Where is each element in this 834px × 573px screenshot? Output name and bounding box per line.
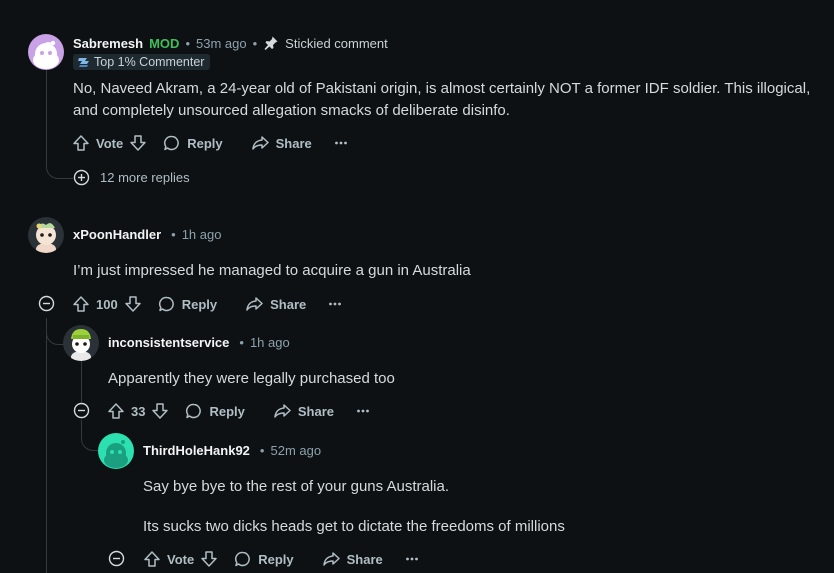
speech-bubble-icon: [164, 135, 180, 151]
user-flair: Top 1% Commenter: [73, 54, 211, 70]
more-options-button[interactable]: [328, 295, 342, 313]
plus-circle-icon: [73, 169, 90, 186]
arrow-down-icon: [124, 296, 141, 312]
comment-header: Sabremesh MOD • 53m ago • Stickied comme…: [73, 35, 388, 51]
share-button[interactable]: Share: [322, 550, 383, 568]
more-options-button[interactable]: [405, 550, 419, 568]
reply-button[interactable]: Reply: [234, 550, 294, 568]
flair-icon: [77, 56, 90, 68]
speech-bubble-icon: [235, 551, 251, 567]
thread-line: [81, 358, 82, 402]
vote-label: Vote: [96, 135, 124, 151]
share-button[interactable]: Share: [251, 134, 312, 152]
share-label: Share: [270, 296, 307, 312]
username[interactable]: xPoonHandler: [73, 227, 161, 242]
comment-body-line: Its sucks two dicks heads get to dictate…: [143, 518, 565, 535]
more-options-button[interactable]: [334, 134, 348, 152]
pin-icon: [263, 35, 279, 51]
timestamp[interactable]: 52m ago: [270, 443, 321, 458]
thread-elbow: [81, 420, 100, 451]
comment-body-line: Say bye bye to the rest of your guns Aus…: [143, 478, 450, 495]
share-arrow-icon: [322, 552, 340, 566]
avatar[interactable]: [98, 433, 134, 469]
share-arrow-icon: [246, 297, 263, 311]
more-replies-link[interactable]: 12 more replies: [73, 169, 190, 186]
separator-dot: •: [252, 35, 258, 51]
vote-count: 33: [131, 403, 146, 419]
downvote-button[interactable]: [200, 550, 218, 568]
vote-count: 100: [96, 296, 118, 312]
minus-circle-icon[interactable]: [108, 550, 125, 567]
upvote-button[interactable]: Vote: [72, 134, 123, 152]
share-label: Share: [297, 403, 335, 419]
ellipsis-icon: [357, 409, 369, 413]
timestamp[interactable]: 53m ago: [196, 36, 247, 51]
arrow-down-icon: [130, 135, 146, 151]
minus-circle-icon[interactable]: [73, 402, 90, 419]
arrow-down-icon: [201, 551, 217, 567]
more-options-button[interactable]: [356, 402, 370, 420]
arrow-up-icon: [73, 135, 89, 151]
share-label: Share: [346, 551, 383, 567]
arrow-up-icon: [73, 296, 89, 312]
mod-badge: MOD: [149, 35, 180, 51]
reply-label: Reply: [187, 135, 223, 151]
more-replies-text: 12 more replies: [100, 170, 190, 185]
share-label: Share: [275, 135, 312, 151]
thread-line: [46, 318, 47, 573]
comment-body: No, Naveed Akram, a 24-year old of Pakis…: [73, 80, 811, 119]
separator-dot: •: [185, 35, 190, 51]
action-bar: 33 Reply Share: [107, 402, 370, 420]
vote-label: Vote: [167, 551, 195, 567]
share-button[interactable]: Share: [273, 402, 334, 420]
stickied-label: Stickied comment: [285, 35, 388, 51]
downvote-button[interactable]: [151, 402, 169, 420]
comment-body: I’m just impressed he managed to acquire…: [73, 262, 471, 279]
upvote-button[interactable]: Vote: [143, 550, 194, 568]
comment-body: Apparently they were legally purchased t…: [108, 370, 395, 387]
reply-label: Reply: [209, 403, 245, 419]
timestamp[interactable]: 1h ago: [182, 227, 222, 242]
arrow-down-icon: [152, 403, 169, 419]
upvote-button[interactable]: 33: [107, 402, 145, 420]
speech-bubble-icon: [186, 403, 202, 419]
username[interactable]: ThirdHoleHank92: [143, 443, 250, 458]
comment-header: ThirdHoleHank92 • 52m ago: [143, 443, 321, 458]
separator-dot: •: [259, 443, 265, 458]
reply-button[interactable]: Reply: [185, 402, 245, 420]
comment-header: xPoonHandler • 1h ago: [73, 227, 221, 242]
share-arrow-icon: [274, 404, 291, 418]
downvote-button[interactable]: [124, 295, 142, 313]
downvote-button[interactable]: [129, 134, 147, 152]
timestamp[interactable]: 1h ago: [250, 335, 290, 350]
action-bar: Vote Reply Share: [143, 550, 419, 568]
separator-dot: •: [239, 335, 244, 350]
comment-header: inconsistentservice • 1h ago: [108, 335, 290, 350]
avatar[interactable]: [63, 325, 99, 361]
minus-circle-icon[interactable]: [38, 295, 55, 312]
ellipsis-icon: [334, 141, 347, 145]
share-arrow-icon: [251, 136, 269, 150]
separator-dot: •: [171, 227, 176, 242]
action-bar: 100 Reply Share: [72, 295, 342, 313]
upvote-button[interactable]: 100: [72, 295, 118, 313]
ellipsis-icon: [405, 557, 418, 561]
reply-button[interactable]: Reply: [158, 295, 217, 313]
share-button[interactable]: Share: [245, 295, 306, 313]
thread-elbow: [46, 150, 73, 179]
reply-label: Reply: [258, 551, 294, 567]
flair-text: Top 1% Commenter: [94, 55, 205, 69]
arrow-up-icon: [144, 551, 160, 567]
action-bar: Vote Reply Share: [72, 134, 348, 152]
reply-button[interactable]: Reply: [163, 134, 223, 152]
username[interactable]: Sabremesh: [73, 36, 143, 51]
reply-label: Reply: [181, 296, 218, 312]
ellipsis-icon: [329, 302, 342, 306]
arrow-up-icon: [108, 403, 124, 419]
username[interactable]: inconsistentservice: [108, 335, 229, 350]
avatar[interactable]: [28, 34, 64, 70]
avatar[interactable]: [28, 217, 64, 253]
speech-bubble-icon: [158, 296, 174, 312]
